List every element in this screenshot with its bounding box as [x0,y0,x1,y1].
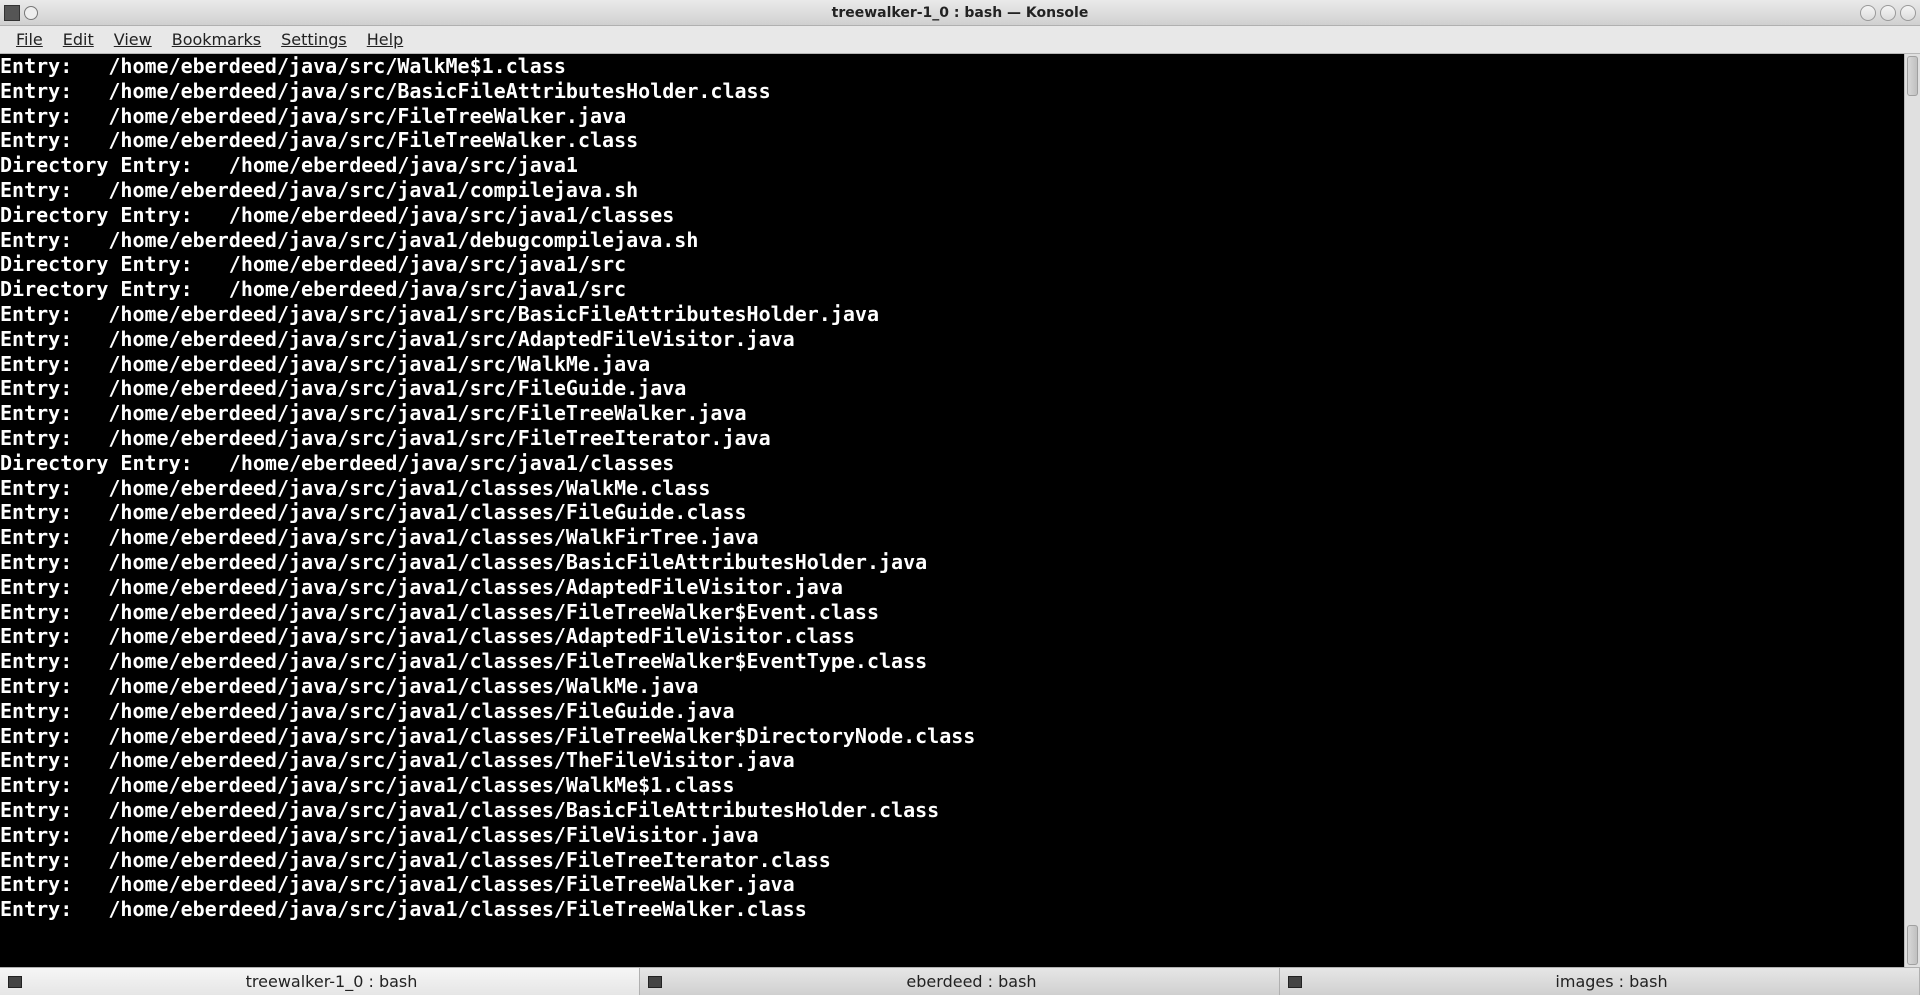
tab-label: images : bash [1312,972,1911,991]
window-title: treewalker-1_0 : bash — Konsole [832,5,1089,21]
tab-1[interactable]: eberdeed : bash [640,968,1280,995]
close-button[interactable] [1900,5,1916,21]
scrollbar-thumb-bottom[interactable] [1907,925,1918,965]
terminal-icon [1288,976,1302,988]
minimize-button[interactable] [1860,5,1876,21]
menu-settings[interactable]: Settings [271,27,357,52]
terminal-icon [8,976,22,988]
menu-bookmarks[interactable]: Bookmarks [162,27,271,52]
terminal-output[interactable]: Entry: /home/eberdeed/java/src/WalkMe$1.… [0,54,1904,967]
terminal-area: Entry: /home/eberdeed/java/src/WalkMe$1.… [0,54,1920,967]
app-icon [4,5,20,21]
menu-view[interactable]: View [104,27,162,52]
pin-icon[interactable] [24,6,38,20]
tabbar: treewalker-1_0 : bash eberdeed : bash imag… [0,967,1920,995]
titlebar: treewalker-1_0 : bash — Konsole [0,0,1920,26]
menu-edit[interactable]: Edit [53,27,104,52]
menu-file[interactable]: File [6,27,53,52]
tab-2[interactable]: images : bash [1280,968,1920,995]
tab-label: treewalker-1_0 : bash [32,972,631,991]
menubar: File Edit View Bookmarks Settings Help [0,26,1920,54]
tab-label: eberdeed : bash [672,972,1271,991]
maximize-button[interactable] [1880,5,1896,21]
terminal-icon [648,976,662,988]
scrollbar-thumb-top[interactable] [1907,56,1918,96]
tab-0[interactable]: treewalker-1_0 : bash [0,968,640,995]
scrollbar-vertical[interactable] [1904,54,1920,967]
menu-help[interactable]: Help [357,27,413,52]
